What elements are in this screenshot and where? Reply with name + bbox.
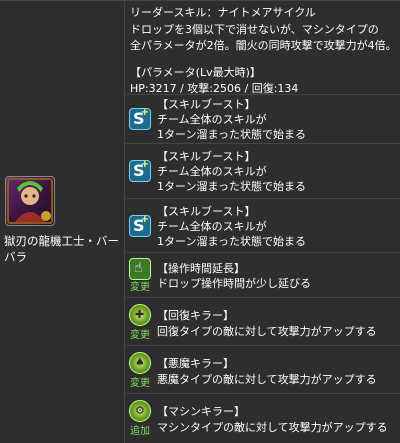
skill-boost-icon[interactable]: S +: [129, 107, 151, 130]
awakening-desc: 1ターン溜まった状態で始まる: [157, 128, 307, 141]
awakening-title: 【マシンキラー】: [157, 405, 245, 418]
added-tag: 追加: [130, 426, 150, 437]
extend-time-icon[interactable]: ☝: [129, 258, 151, 280]
awakening-row: ⚙ 追加 【マシンキラー】 マシンタイプの敵に対して攻撃力がアップする: [125, 394, 400, 443]
change-tag: 変更: [130, 330, 150, 341]
awakening-row: ♠ 変更 【悪魔キラー】 悪魔タイプの敵に対して攻撃力がアップする: [125, 346, 400, 394]
awakening-row: S + 【スキルブースト】 チーム全体のスキルが 1ターン溜まった状態で始まる: [125, 144, 400, 199]
healer-killer-icon[interactable]: ✚: [129, 304, 151, 326]
skill-boost-icon[interactable]: S +: [129, 159, 151, 182]
awakening-title: 【回復キラー】: [157, 309, 234, 322]
params-heading: 【パラメータ(Lv最大時)】: [130, 65, 261, 79]
awakening-row: S + 【スキルブースト】 チーム全体のスキルが 1ターン溜まった状態で始まる: [125, 199, 400, 253]
awakening-row: ☝ 変更 【操作時間延長】 ドロップ操作時間が少し延びる: [125, 253, 400, 298]
awakening-row: ✚ 変更 【回復キラー】 回復タイプの敵に対して攻撃力がアップする: [125, 298, 400, 346]
leader-skill-section: リーダースキル：ナイトメアサイクル ドロップを3個以下で消せないが、マシンタイプ…: [125, 1, 400, 95]
monster-portrait-icon[interactable]: [5, 176, 55, 226]
awakening-desc: チーム全体のスキルが: [157, 113, 267, 126]
awakening-title: 【操作時間延長】: [157, 262, 245, 275]
awakening-desc: ドロップ操作時間が少し延びる: [157, 277, 311, 290]
awakening-desc: 悪魔タイプの敵に対して攻撃力がアップする: [157, 373, 377, 386]
awakening-title: 【スキルブースト】: [157, 150, 256, 163]
monster-name: 獄刃の龍機工士・バーバラ: [4, 234, 119, 264]
awakening-title: 【スキルブースト】: [157, 98, 256, 111]
awakening-desc: マシンタイプの敵に対して攻撃力がアップする: [157, 421, 388, 434]
change-tag: 変更: [130, 282, 150, 293]
awakening-desc: チーム全体のスキルが: [157, 165, 267, 178]
devil-killer-icon[interactable]: ♠: [129, 352, 151, 374]
skill-boost-icon[interactable]: S +: [129, 214, 151, 237]
leader-skill-title: リーダースキル：ナイトメアサイクル: [130, 6, 316, 19]
awakening-desc: 1ターン溜まった状態で始まる: [157, 180, 307, 193]
awakening-row: S + 【スキルブースト】 チーム全体のスキルが 1ターン溜まった状態で始まる: [125, 95, 400, 144]
machine-killer-icon[interactable]: ⚙: [129, 400, 151, 422]
awakening-title: 【悪魔キラー】: [157, 357, 234, 370]
details-column: リーダースキル：ナイトメアサイクル ドロップを3個以下で消せないが、マシンタイプ…: [125, 1, 400, 443]
awakening-desc: チーム全体のスキルが: [157, 220, 267, 233]
monster-info-table: 獄刃の龍機工士・バーバラ リーダースキル：ナイトメアサイクル ドロップを3個以下…: [0, 0, 400, 443]
monster-portrait-art: [15, 181, 51, 222]
change-tag: 変更: [130, 378, 150, 389]
awakening-title: 【スキルブースト】: [157, 205, 256, 218]
awakening-desc: 1ターン溜まった状態で始まる: [157, 235, 307, 248]
monster-cell: 獄刃の龍機工士・バーバラ: [0, 1, 125, 443]
leader-skill-desc-2: 全パラメータが2倍。闇火の同時攻撃で攻撃力が4倍。: [130, 39, 397, 52]
leader-skill-desc-1: ドロップを3個以下で消せないが、マシンタイプの: [130, 22, 379, 36]
awakening-desc: 回復タイプの敵に対して攻撃力がアップする: [157, 325, 377, 338]
